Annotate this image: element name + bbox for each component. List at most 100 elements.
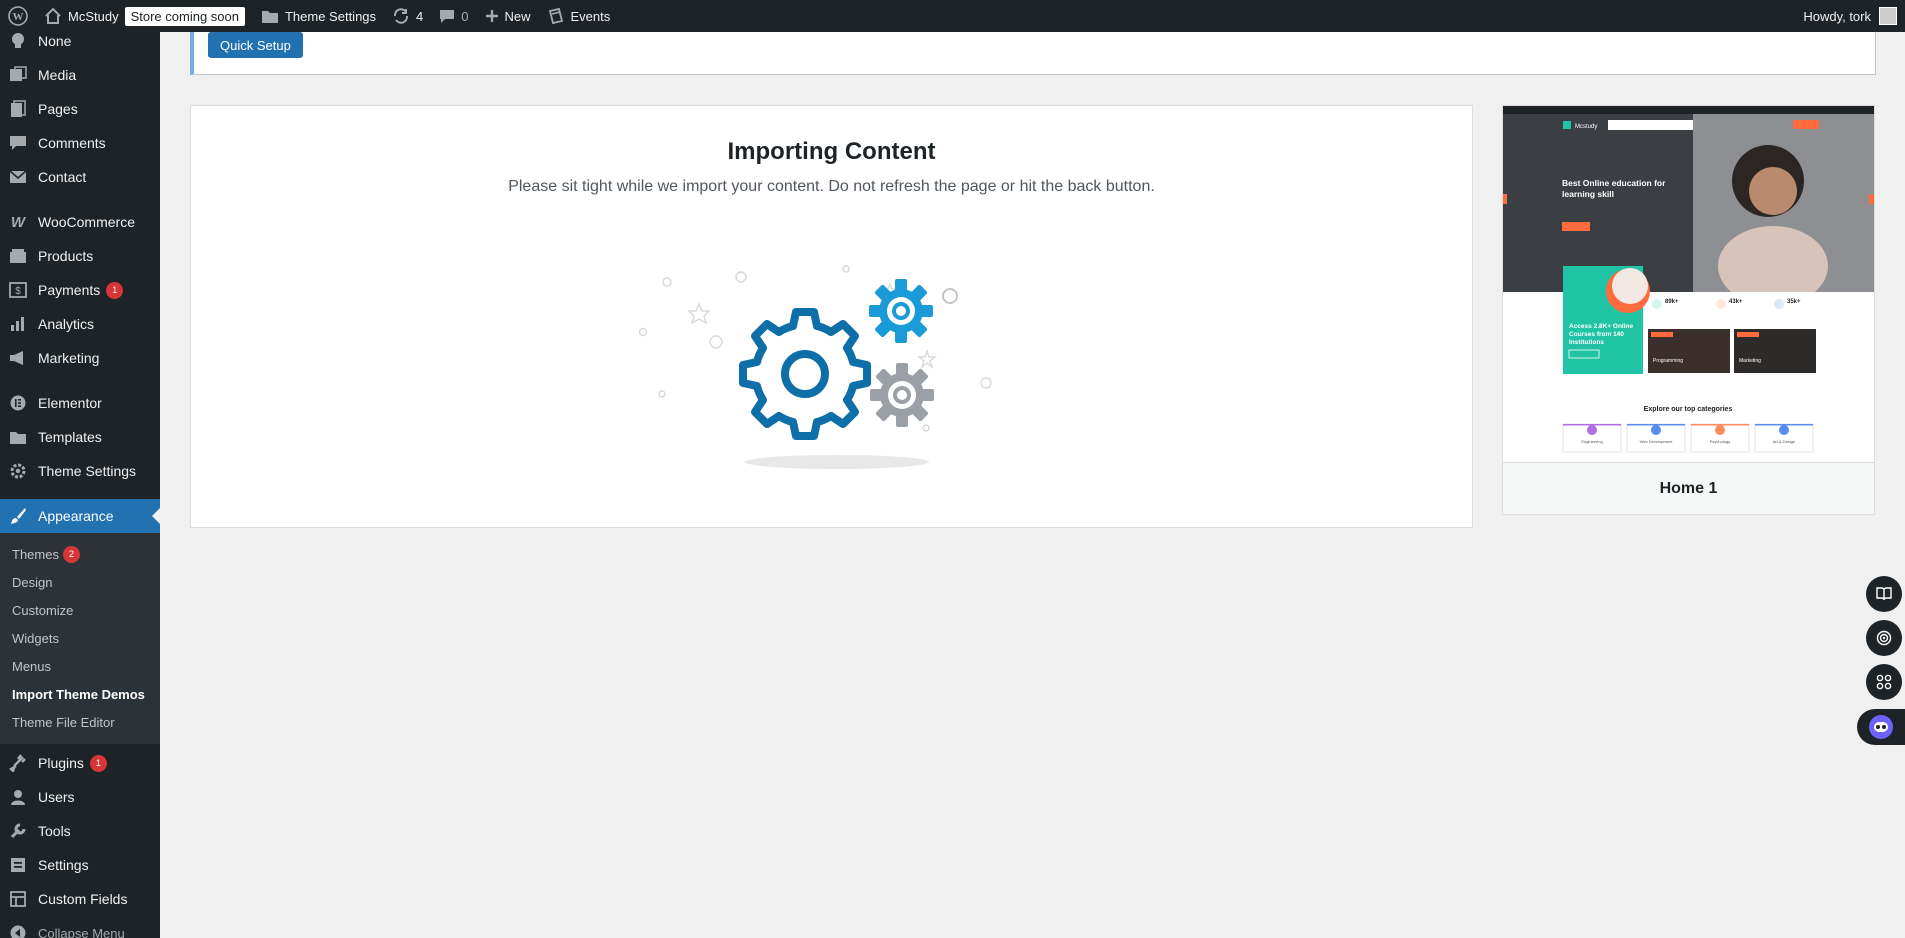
submenu-item-widgets[interactable]: Widgets	[0, 624, 160, 652]
sidebar-item-label: Collapse Menu	[38, 925, 125, 938]
sidebar-item-appearance[interactable]: Appearance	[0, 499, 160, 533]
admin-sidebar: None Media Pages Comments Contact W WooC…	[0, 32, 160, 938]
robot-icon	[1869, 715, 1893, 739]
settings-icon	[8, 855, 28, 875]
comments-link[interactable]: 0	[431, 0, 476, 32]
submenu-item-menus[interactable]: Menus	[0, 652, 160, 680]
sidebar-item-theme-settings[interactable]: Theme Settings	[0, 454, 160, 488]
menu-separator	[0, 194, 160, 205]
sidebar-item-pages[interactable]: Pages	[0, 92, 160, 126]
updates-icon	[394, 8, 409, 24]
demo-name: Home 1	[1659, 480, 1718, 497]
updates-link[interactable]: 4	[384, 0, 431, 32]
sidebar-item-label: Analytics	[38, 316, 95, 332]
docs-floating-button[interactable]	[1866, 576, 1902, 612]
support-floating-button[interactable]	[1866, 620, 1902, 656]
collapse-menu-button[interactable]: Collapse Menu	[0, 916, 160, 938]
import-progress-card: Importing Content Please sit tight while…	[190, 105, 1473, 528]
gears-illustration	[638, 265, 992, 469]
demo-thumbnail-image: Mcstudy Best Online education for learni…	[1503, 106, 1874, 462]
sidebar-item-users[interactable]: Users	[0, 780, 160, 814]
products-icon	[8, 246, 28, 266]
sidebar-item-label: Users	[38, 789, 75, 805]
svg-text:$: $	[15, 286, 21, 297]
sidebar-item-payments[interactable]: $ Payments 1	[0, 273, 160, 307]
events-label: Events	[570, 8, 611, 24]
sidebar-item-plugins[interactable]: Plugins 1	[0, 746, 160, 780]
submenu-item-themes[interactable]: Themes 2	[0, 540, 160, 568]
quick-setup-notice: Quick Setup	[190, 32, 1876, 75]
demo-screenshot: Mcstudy Best Online education for learni…	[1503, 106, 1874, 463]
sidebar-item-analytics[interactable]: Analytics	[0, 307, 160, 341]
events-icon	[548, 7, 563, 25]
submenu-item-label: Theme File Editor	[12, 714, 115, 730]
sidebar-item-label: Pages	[38, 101, 78, 117]
wordpress-logo-button[interactable]: W	[0, 0, 36, 32]
media-icon	[8, 65, 28, 85]
submenu-item-theme-file-editor[interactable]: Theme File Editor	[0, 708, 160, 736]
submenu-item-label: Design	[12, 574, 53, 590]
sidebar-item-label: Contact	[38, 169, 87, 185]
quick-setup-button[interactable]: Quick Setup	[208, 32, 303, 58]
sidebar-item-tools[interactable]: Tools	[0, 814, 160, 848]
sidebar-item-templates[interactable]: Templates	[0, 420, 160, 454]
folder-icon	[261, 11, 278, 23]
events-link[interactable]: Events	[539, 0, 619, 32]
sidebar-item-label: None	[38, 33, 72, 49]
collapse-icon	[8, 923, 28, 938]
comments-icon	[8, 133, 28, 153]
broadcast-icon	[1876, 630, 1892, 646]
sidebar-item-media[interactable]: Media	[0, 58, 160, 92]
comment-icon	[440, 10, 455, 23]
submenu-item-import-theme-demos[interactable]: Import Theme Demos	[0, 680, 160, 708]
notification-badge: 2	[62, 545, 80, 563]
howdy-text: Howdy, tork	[1803, 8, 1871, 24]
preview-stat: 35k+	[1787, 299, 1801, 305]
store-coming-soon-badge[interactable]: Store coming soon	[124, 6, 245, 26]
demo-preview-card[interactable]: Mcstudy Best Online education for learni…	[1502, 105, 1875, 515]
analytics-icon	[8, 314, 28, 334]
submenu-item-design[interactable]: Design	[0, 568, 160, 596]
new-label: New	[504, 8, 531, 24]
submenu-item-customize[interactable]: Customize	[0, 596, 160, 624]
sidebar-item-products[interactable]: Products	[0, 239, 160, 273]
assistant-chat-button[interactable]	[1857, 709, 1905, 745]
preview-category: Psychology	[1710, 439, 1730, 444]
lightbulb-icon	[8, 32, 28, 51]
submenu-item-label: Import Theme Demos	[12, 686, 145, 702]
menu-separator	[0, 375, 160, 386]
preview-stat: 43k+	[1729, 299, 1743, 305]
new-content-link[interactable]: New	[477, 0, 539, 32]
admin-bar: W McStudy Store coming soon Theme Settin…	[0, 0, 1905, 32]
apps-floating-button[interactable]	[1866, 664, 1902, 700]
folder-icon	[8, 427, 28, 447]
preview-category: Web Development	[1640, 439, 1674, 444]
my-account[interactable]: Howdy, tork	[1803, 7, 1905, 25]
sidebar-item-label: Settings	[38, 857, 89, 873]
site-name: McStudy	[68, 8, 119, 24]
submenu-item-label: Themes	[12, 546, 59, 562]
preview-stat: 89k+	[1665, 299, 1679, 305]
sidebar-item-marketing[interactable]: Marketing	[0, 341, 160, 375]
sidebar-item-custom-fields[interactable]: Custom Fields	[0, 882, 160, 916]
sidebar-item-contact[interactable]: Contact	[0, 160, 160, 194]
theme-settings-link[interactable]: Theme Settings	[253, 0, 384, 32]
sidebar-item-woocommerce[interactable]: W WooCommerce	[0, 205, 160, 239]
submenu-item-label: Customize	[12, 602, 74, 618]
users-icon	[8, 787, 28, 807]
sidebar-item-label: WooCommerce	[38, 214, 135, 230]
submenu-item-label: Menus	[12, 658, 52, 674]
sidebar-item-none[interactable]: None	[0, 32, 160, 58]
sidebar-item-elementor[interactable]: Elementor	[0, 386, 160, 420]
preview-section-title: Explore our top categories	[1644, 406, 1733, 413]
preview-category: Engineering	[1581, 439, 1602, 444]
preview-brand: Mcstudy	[1575, 124, 1597, 130]
site-name-link[interactable]: McStudy Store coming soon	[36, 0, 253, 32]
notification-badge: 1	[89, 754, 107, 772]
sidebar-item-label: Products	[38, 248, 94, 264]
sidebar-item-label: Payments	[38, 282, 101, 298]
sidebar-item-label: Templates	[38, 429, 102, 445]
sidebar-item-comments[interactable]: Comments	[0, 126, 160, 160]
sidebar-item-settings[interactable]: Settings	[0, 848, 160, 882]
payments-icon: $	[8, 280, 28, 300]
